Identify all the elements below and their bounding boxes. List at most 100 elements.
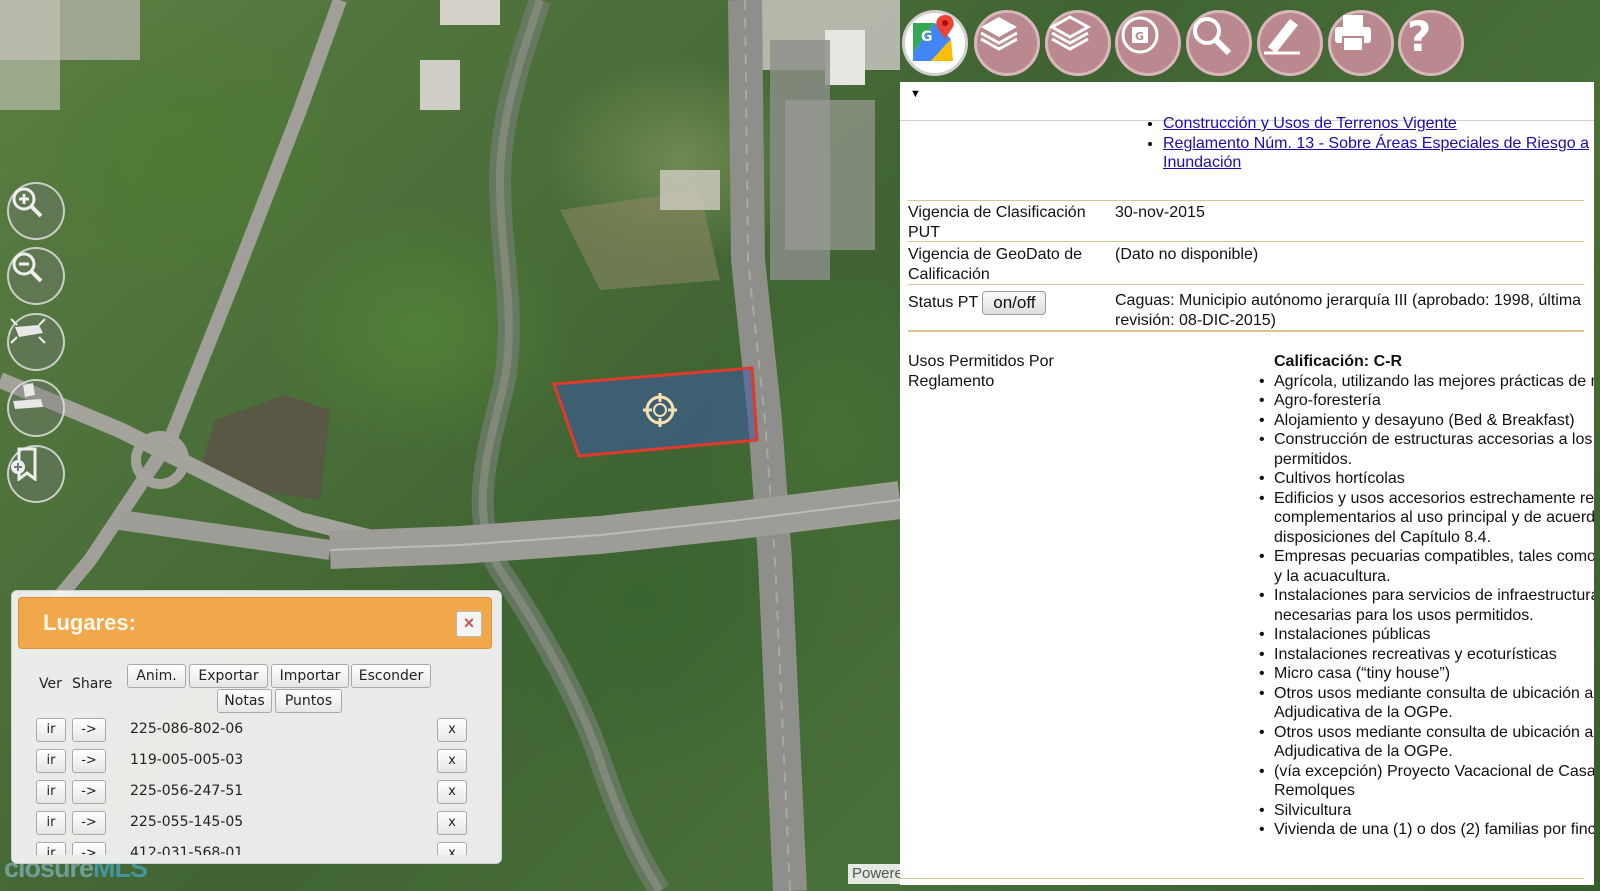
layers-stack-button[interactable] [1045,10,1111,76]
google-maps-button[interactable]: G [902,10,968,76]
geo-globe-button[interactable]: G [1115,10,1181,76]
row-value: 30-nov-2015 [1115,204,1205,221]
row-label: Vigencia de Clasificación PUT [908,204,1086,241]
help-button[interactable]: ? [1398,10,1464,76]
row-value: (Dato no disponible) [1115,246,1259,263]
row-label: Vigencia de GeoDato de Calificación [908,246,1083,283]
uso-item: Instalaciones recreativas y ecoturística… [1259,645,1594,665]
share-place-button[interactable]: -> [72,749,106,773]
remove-place-button[interactable]: x [437,780,467,804]
reglamento-link[interactable]: Construcción y Usos de Terrenos Vigente [1163,115,1457,132]
exportar-button[interactable]: Exportar [189,664,268,688]
share-place-button[interactable]: -> [72,718,106,742]
selected-parcel[interactable] [551,366,759,458]
place-row: ir -> 119-005-005-03 x [36,749,487,775]
share-place-button[interactable]: -> [72,780,106,804]
svg-text:?: ? [1407,13,1431,57]
row-vigencia-put: Vigencia de Clasificación PUT 30-nov-201… [908,200,1584,242]
full-extent-button[interactable] [7,313,65,371]
status-toggle-button[interactable]: on/off [982,291,1047,315]
full-extent-icon [10,318,46,344]
dropdown-caret-icon[interactable]: ▼ [910,88,921,100]
share-column-header: Share [72,676,113,692]
remove-place-button[interactable]: x [437,718,467,742]
uso-item: (vía excepción) Proyecto Vacacional de C… [1259,762,1594,801]
edit-button[interactable] [1257,10,1323,76]
lugares-header: Lugares: × [18,597,492,649]
share-place-button[interactable]: -> [72,811,106,835]
usos-list: Agrícola, utilizando las mejores práctic… [1259,372,1594,840]
place-id: 412-031-568-01 [130,845,244,855]
svg-text:G: G [921,29,933,45]
layers-button[interactable] [974,10,1040,76]
geo-globe-icon: G [1121,16,1159,54]
map-attribution: Powered by Esri [848,864,900,884]
go-to-place-button[interactable]: ir [36,811,66,835]
row-status-pt: Status PT on/off Caguas: Municipio autóno… [908,285,1584,332]
reglamento-link-item: Construcción y Usos de Terrenos Vigente [1163,114,1593,134]
row-label: Status PT on/off [908,291,1103,315]
place-id: 225-055-145-05 [130,814,244,830]
remove-place-button[interactable]: x [437,842,467,855]
anim-button[interactable]: Anim. [127,664,186,688]
uso-item: Otros usos mediante consulta de ubicació… [1259,684,1594,723]
place-id: 225-056-247-51 [130,783,244,799]
uso-item: Otros usos mediante consulta de ubicació… [1259,723,1594,762]
help-icon: ? [1407,13,1431,57]
place-row: ir -> 225-055-145-05 x [36,811,487,837]
uso-item: Agrícola, utilizando las mejores práctic… [1259,372,1594,392]
svg-text:G: G [1135,30,1144,43]
usos-label: Usos Permitidos Por Reglamento [908,353,1054,390]
place-row: ir -> 225-056-247-51 x [36,780,487,806]
uso-item: Instalaciones para servicios de infraest… [1259,586,1594,625]
edit-icon [1264,19,1300,55]
reglamento-link[interactable]: Reglamento Núm. 13 - Sobre Áreas Especia… [1163,135,1589,172]
uso-item: Agro-forestería [1259,391,1594,411]
place-id: 119-005-005-03 [130,752,244,768]
print-button[interactable] [1328,10,1394,76]
add-bookmark-icon [11,447,37,481]
uso-item: Edificios y usos accesorios estrechament… [1259,489,1594,548]
uso-item: Silvicultura [1259,801,1594,821]
go-to-place-button[interactable]: ir [36,842,66,855]
info-panel: ▼ Construcción y Usos de Terrenos Vigent… [900,82,1594,885]
panel-divider [900,878,1584,879]
uso-item: Cultivos hortícolas [1259,469,1594,489]
go-to-place-button[interactable]: ir [36,718,66,742]
uso-item: Empresas pecuarias compatibles, tales co… [1259,547,1594,586]
zoom-out-button[interactable] [7,247,65,305]
uso-item: Alojamiento y desayuno (Bed & Breakfast) [1259,411,1594,431]
measure-button[interactable] [7,379,65,437]
layers-stack-icon [1048,15,1092,51]
notas-button[interactable]: Notas [217,689,272,713]
remove-place-button[interactable]: x [437,811,467,835]
remove-place-button[interactable]: x [437,749,467,773]
search-button[interactable] [1186,10,1252,76]
uso-item: Construcción de estructuras accesorias a… [1259,430,1594,469]
zoom-in-icon [12,187,43,218]
layers-icon [980,17,1018,51]
place-row: ir -> 412-031-568-01 x [36,842,487,855]
zoom-in-button[interactable] [7,182,65,240]
search-icon [1193,17,1232,56]
google-maps-icon: G [913,15,954,61]
zoom-out-icon [12,252,43,283]
uso-item: Micro casa (“tiny house”) [1259,664,1594,684]
calificacion-heading: Calificación: C-R [1274,353,1403,370]
status-pt-label: Status PT [908,293,979,311]
uso-item: Instalaciones públicas [1259,625,1594,645]
go-to-place-button[interactable]: ir [36,780,66,804]
importar-button[interactable]: Importar [271,664,349,688]
esconder-button[interactable]: Esconder [351,664,431,688]
reglamentos-list: Construcción y Usos de Terrenos Vigente … [1141,114,1593,173]
add-bookmark-button[interactable] [7,445,65,503]
go-to-place-button[interactable]: ir [36,749,66,773]
measure-icon [13,383,43,409]
row-value: Caguas: Municipio autónomo jerarquía III… [1115,292,1582,329]
print-icon [1335,15,1371,52]
close-button[interactable]: × [456,611,482,637]
puntos-button[interactable]: Puntos [275,689,342,713]
uso-item: Vivienda de una (1) o dos (2) familias p… [1259,820,1594,840]
share-place-button[interactable]: -> [72,842,106,855]
reglamentos-row: Construcción y Usos de Terrenos Vigente … [908,115,1589,201]
